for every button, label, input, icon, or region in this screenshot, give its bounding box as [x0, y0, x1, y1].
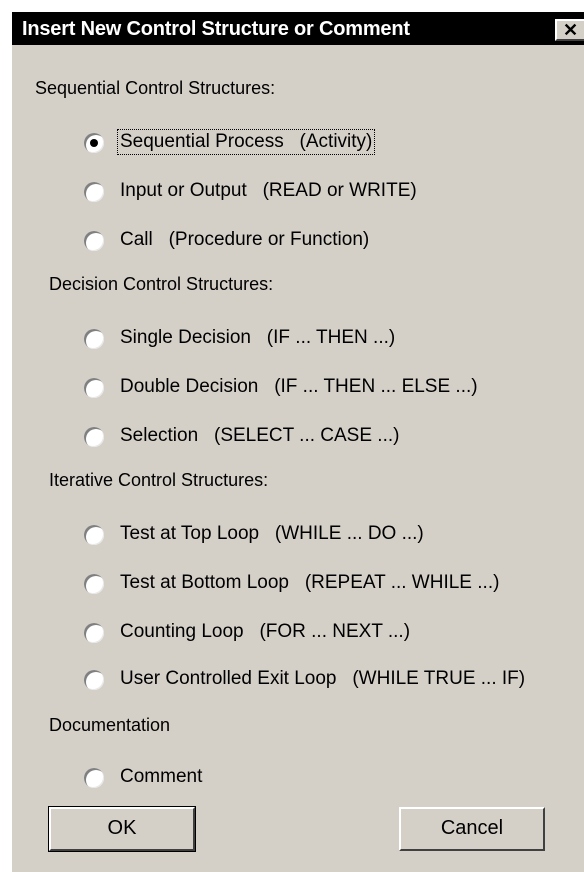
option-label: Test at Bottom Loop (REPEAT ... WHILE ..…: [120, 572, 500, 593]
section-documentation-label: Documentation: [49, 715, 171, 735]
close-icon[interactable]: ✕: [555, 19, 584, 41]
option-label: Double Decision (IF ... THEN ... ELSE ..…: [120, 376, 478, 397]
radio-icon[interactable]: [84, 182, 104, 202]
option-label: Input or Output (READ or WRITE): [120, 180, 417, 201]
option-label: Comment: [120, 766, 203, 787]
title-bar[interactable]: Insert New Control Structure or Comment …: [12, 12, 584, 45]
section-decision-label: Decision Control Structures:: [49, 274, 274, 294]
radio-icon[interactable]: [84, 329, 104, 349]
radio-icon[interactable]: [84, 623, 104, 643]
section-iterative-label: Iterative Control Structures:: [49, 470, 269, 490]
option-label: User Controlled Exit Loop (WHILE TRUE ..…: [120, 668, 526, 689]
option-label: Test at Top Loop (WHILE ... DO ...): [120, 523, 424, 544]
radio-icon[interactable]: [84, 670, 104, 690]
ok-button[interactable]: OK: [48, 806, 196, 852]
option-label: Counting Loop (FOR ... NEXT ...): [120, 621, 411, 642]
option-label: Single Decision (IF ... THEN ...): [120, 327, 396, 348]
radio-icon[interactable]: [84, 574, 104, 594]
option-label: Call (Procedure or Function): [120, 229, 370, 250]
radio-icon[interactable]: [84, 231, 104, 251]
option-label: Sequential Process (Activity): [116, 129, 376, 155]
cancel-button[interactable]: Cancel: [399, 807, 545, 851]
radio-icon[interactable]: [84, 768, 104, 788]
radio-icon[interactable]: [84, 525, 104, 545]
option-label: Selection (SELECT ... CASE ...): [120, 425, 400, 446]
radio-selected-icon[interactable]: [84, 133, 104, 153]
insert-control-structure-dialog: Insert New Control Structure or Comment …: [10, 10, 584, 872]
radio-icon[interactable]: [84, 378, 104, 398]
section-sequential-label: Sequential Control Structures:: [35, 78, 276, 98]
radio-icon[interactable]: [84, 427, 104, 447]
dialog-title: Insert New Control Structure or Comment: [22, 18, 410, 40]
